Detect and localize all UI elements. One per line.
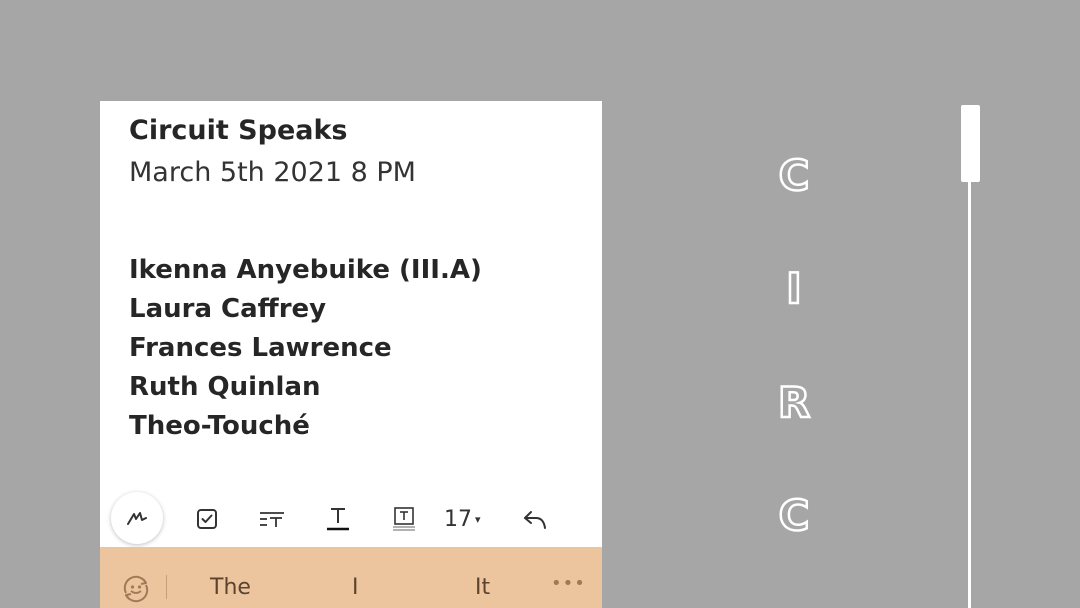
text-box-icon bbox=[393, 507, 415, 531]
side-letter: I bbox=[785, 264, 803, 313]
names-list: Ikenna Anyebuike (III.A) Laura Caffrey F… bbox=[129, 251, 482, 446]
suggestion-word[interactable]: It bbox=[475, 575, 490, 600]
name-line[interactable]: Frances Lawrence bbox=[129, 329, 482, 368]
checkbox-icon bbox=[197, 509, 217, 529]
note-title[interactable]: Circuit Speaks bbox=[129, 115, 348, 146]
underline-text-icon bbox=[327, 508, 349, 531]
undo-icon bbox=[524, 511, 546, 529]
emoji-icon bbox=[123, 575, 149, 603]
name-line[interactable]: Theo-Touché bbox=[129, 407, 482, 446]
text-style-icon bbox=[260, 512, 284, 527]
pen-button[interactable] bbox=[111, 492, 163, 544]
pen-icon bbox=[127, 512, 147, 525]
emoji-button[interactable] bbox=[120, 573, 152, 608]
name-line[interactable]: Ikenna Anyebuike (III.A) bbox=[129, 251, 482, 290]
scrollbar-track[interactable] bbox=[968, 178, 971, 608]
name-line[interactable]: Laura Caffrey bbox=[129, 290, 482, 329]
checkbox-button[interactable] bbox=[187, 499, 227, 539]
text-style-button[interactable] bbox=[252, 499, 292, 539]
font-size-dropdown[interactable]: 17 ▾ bbox=[444, 499, 481, 539]
side-letter: R bbox=[777, 378, 812, 427]
undo-button[interactable] bbox=[515, 499, 555, 539]
underline-text-button[interactable] bbox=[318, 499, 358, 539]
more-options-button[interactable]: ••• bbox=[551, 573, 586, 594]
suggestion-word[interactable]: The bbox=[210, 575, 251, 600]
suggestion-divider bbox=[166, 575, 167, 599]
side-index-letters: C I R C bbox=[770, 0, 818, 608]
formatting-toolbar: 17 ▾ bbox=[100, 491, 602, 547]
keyboard-suggestion-bar: The I It ••• bbox=[100, 547, 602, 608]
chevron-down-icon: ▾ bbox=[475, 512, 481, 526]
text-box-button[interactable] bbox=[384, 499, 424, 539]
name-line[interactable]: Ruth Quinlan bbox=[129, 368, 482, 407]
suggestion-word[interactable]: I bbox=[352, 575, 359, 600]
note-card: Circuit Speaks March 5th 2021 8 PM Ikenn… bbox=[100, 101, 602, 608]
scrollbar-thumb[interactable] bbox=[961, 105, 980, 182]
side-letter: C bbox=[777, 491, 810, 540]
side-letter: C bbox=[777, 151, 810, 200]
note-date[interactable]: March 5th 2021 8 PM bbox=[129, 157, 416, 188]
font-size-value: 17 bbox=[444, 506, 472, 532]
